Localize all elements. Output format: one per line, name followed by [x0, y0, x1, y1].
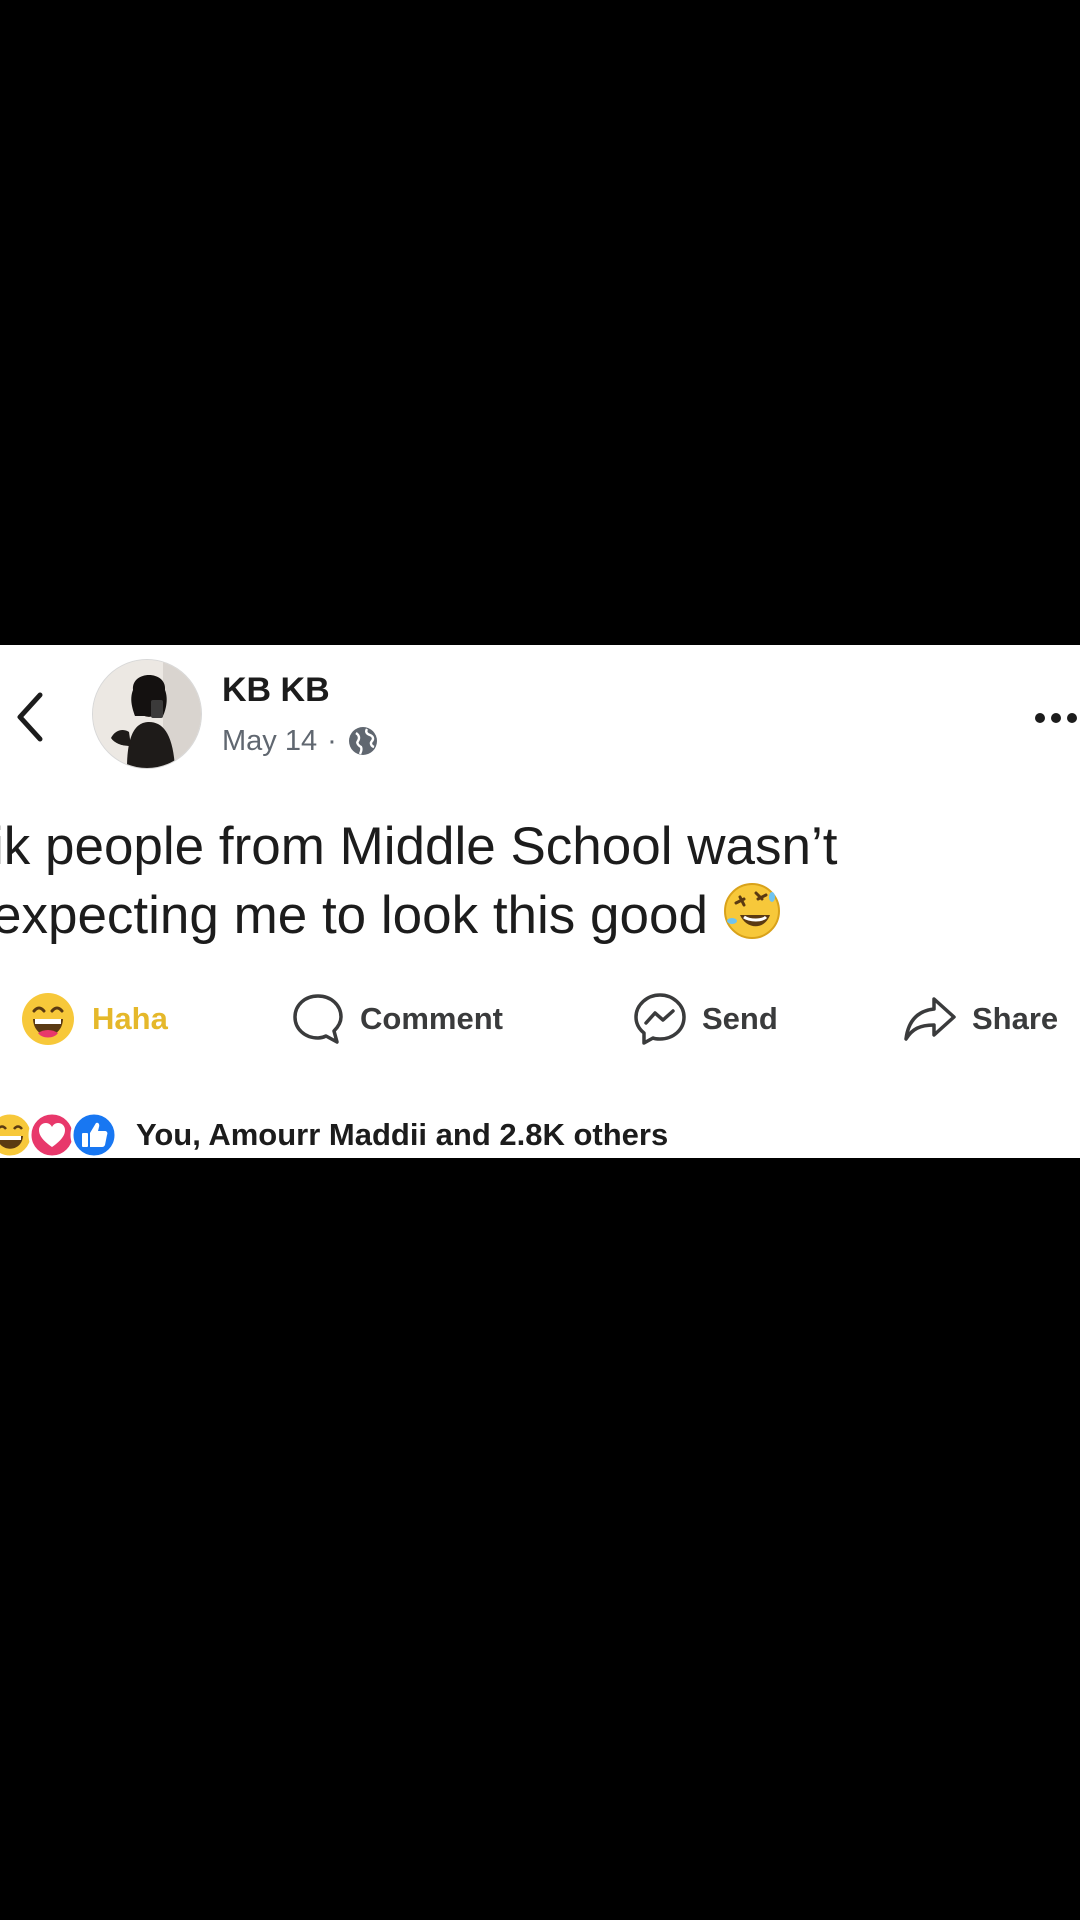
haha-reaction-button[interactable]: Haha — [20, 987, 168, 1051]
profile-photo — [93, 660, 201, 768]
avatar[interactable] — [92, 659, 202, 769]
send-button[interactable]: Send — [632, 987, 778, 1051]
haha-label: Haha — [92, 1001, 168, 1036]
share-label: Share — [972, 1001, 1059, 1036]
haha-emoji-icon — [22, 993, 74, 1045]
comment-label: Comment — [360, 1001, 503, 1036]
like-icon — [70, 1111, 118, 1158]
meta-separator: · — [327, 724, 337, 757]
post-date[interactable]: May 14 — [222, 725, 317, 758]
post-text-content: ik people from Middle School wasn’t expe… — [0, 817, 838, 945]
rolling-laughing-emoji-icon — [723, 883, 780, 939]
post-card: KB KB May 14 · ik people from Middle Sch… — [0, 645, 1080, 1158]
love-icon — [28, 1111, 76, 1158]
post-text: ik people from Middle School wasn’t expe… — [0, 813, 1072, 950]
share-arrow-icon — [904, 997, 956, 1041]
globe-icon — [348, 727, 377, 755]
reactions-summary-text: You, Amourr Maddii and 2.8K others — [136, 1117, 669, 1152]
back-arrow-icon[interactable] — [10, 687, 50, 747]
comment-icon — [293, 994, 343, 1044]
author-name[interactable]: KB KB — [222, 671, 330, 710]
post-meta: May 14 · — [222, 721, 379, 761]
reactions-summary[interactable]: You, Amourr Maddii and 2.8K others — [0, 1109, 668, 1158]
send-label: Send — [702, 1001, 778, 1036]
reaction-icons — [0, 1111, 118, 1158]
share-button[interactable]: Share — [902, 987, 1058, 1051]
more-options-icon[interactable] — [1032, 703, 1080, 733]
action-bar: Haha Comment Send Share — [0, 987, 1080, 1051]
comment-button[interactable]: Comment — [290, 987, 503, 1051]
messenger-icon — [634, 993, 686, 1045]
